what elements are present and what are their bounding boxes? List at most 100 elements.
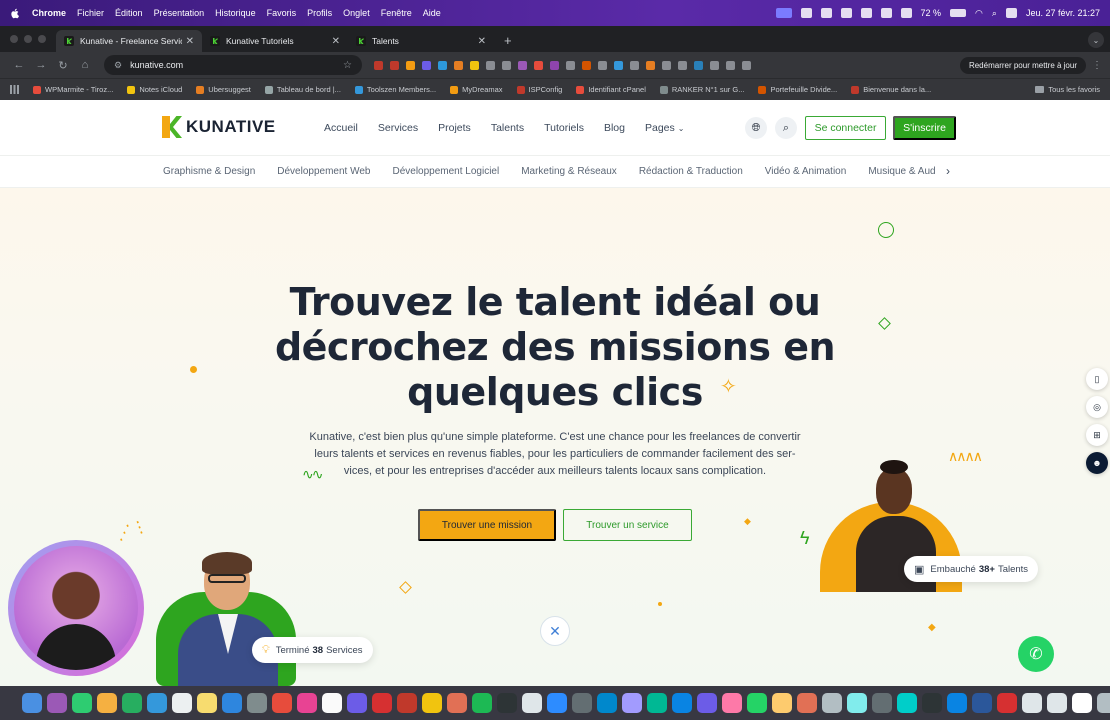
app-store-icon[interactable] bbox=[222, 693, 242, 713]
category-developpement-logiciel[interactable]: Développement Logiciel bbox=[392, 166, 499, 177]
login-button[interactable]: Se connecter bbox=[805, 116, 886, 140]
extension-icon[interactable] bbox=[614, 60, 623, 70]
extension-icon[interactable] bbox=[678, 60, 687, 70]
extension-icon[interactable] bbox=[662, 60, 671, 70]
menu-edition[interactable]: Édition bbox=[115, 8, 143, 18]
minimize-window-button[interactable] bbox=[24, 35, 32, 43]
signup-button[interactable]: S'inscrire bbox=[893, 116, 956, 140]
tab-kunative-services[interactable]: Kunative - Freelance Services ✕ bbox=[56, 30, 202, 52]
find-mission-button[interactable]: Trouver une mission bbox=[418, 509, 556, 541]
status-app-icon[interactable] bbox=[800, 8, 812, 18]
app-icon[interactable] bbox=[272, 693, 292, 713]
category-video-animation[interactable]: Vidéo & Animation bbox=[765, 166, 847, 177]
chevron-right-icon[interactable]: › bbox=[946, 164, 950, 178]
nav-blog[interactable]: Blog bbox=[604, 122, 625, 134]
app-icon[interactable] bbox=[697, 693, 717, 713]
menu-fenetre[interactable]: Fenêtre bbox=[381, 8, 412, 18]
chatbot-icon[interactable]: ☻ bbox=[1086, 452, 1108, 474]
whatsapp-icon[interactable] bbox=[747, 693, 767, 713]
category-musique-audio[interactable]: Musique & Audio bbox=[868, 166, 936, 177]
screen-record-icon[interactable] bbox=[775, 8, 792, 18]
app-icon[interactable] bbox=[722, 693, 742, 713]
kunative-logo[interactable]: KUNATIVE bbox=[162, 116, 276, 138]
extension-icon[interactable] bbox=[486, 60, 495, 70]
extension-icon[interactable] bbox=[374, 60, 383, 70]
zoom-icon[interactable] bbox=[547, 693, 567, 713]
telegram-icon[interactable] bbox=[597, 693, 617, 713]
app-icon[interactable] bbox=[522, 693, 542, 713]
grid-icon[interactable]: ⊞ bbox=[1086, 424, 1108, 446]
notion-icon[interactable] bbox=[322, 693, 342, 713]
launchpad-icon[interactable] bbox=[47, 693, 67, 713]
bookmark-item[interactable]: Notes iCloud bbox=[127, 85, 182, 94]
status-app-icon[interactable] bbox=[880, 8, 892, 18]
extension-icon[interactable] bbox=[390, 60, 399, 70]
wifi-icon[interactable]: ◠ bbox=[975, 8, 983, 19]
spotify-icon[interactable] bbox=[472, 693, 492, 713]
category-developpement-web[interactable]: Développement Web bbox=[277, 166, 370, 177]
extension-icon[interactable] bbox=[630, 60, 639, 70]
bookmark-item[interactable]: Portefeuille Divide... bbox=[758, 85, 837, 94]
menubar-clock[interactable]: Jeu. 27 févr. 21:27 bbox=[1026, 8, 1100, 18]
slack-icon[interactable] bbox=[297, 693, 317, 713]
app-icon[interactable] bbox=[922, 693, 942, 713]
tab-kunative-tutoriels[interactable]: Kunative Tutoriels ✕ bbox=[202, 30, 348, 52]
app-icon[interactable] bbox=[622, 693, 642, 713]
globe-language-icon[interactable]: 🌐︎ bbox=[745, 117, 767, 139]
app-icon[interactable] bbox=[1072, 693, 1092, 713]
extension-icon[interactable] bbox=[422, 60, 431, 70]
bookmark-item[interactable]: Tableau de bord |... bbox=[264, 85, 341, 94]
settings-icon[interactable] bbox=[247, 693, 267, 713]
app-icon[interactable] bbox=[647, 693, 667, 713]
app-icon[interactable] bbox=[847, 693, 867, 713]
tab-search-chevron-icon[interactable]: ⌄ bbox=[1088, 32, 1104, 48]
restart-update-button[interactable]: Redémarrer pour mettre à jour bbox=[959, 56, 1086, 74]
extension-icon[interactable] bbox=[470, 60, 479, 70]
book-icon[interactable]: ▯ bbox=[1086, 368, 1108, 390]
extension-icon[interactable] bbox=[550, 60, 559, 70]
app-icon[interactable] bbox=[1047, 693, 1067, 713]
new-tab-icon[interactable]: + bbox=[504, 33, 512, 48]
nav-accueil[interactable]: Accueil bbox=[324, 122, 358, 134]
search-icon[interactable]: ⌕ bbox=[775, 117, 797, 139]
messages-icon[interactable] bbox=[72, 693, 92, 713]
category-marketing-reseaux[interactable]: Marketing & Réseaux bbox=[521, 166, 617, 177]
app-icon[interactable] bbox=[897, 693, 917, 713]
status-app-icon[interactable] bbox=[900, 8, 912, 18]
address-bar[interactable]: ⚙ kunative.com ☆ bbox=[104, 55, 362, 75]
bookmark-item[interactable]: Bienvenue dans la... bbox=[851, 85, 931, 94]
search-icon[interactable]: ⌕ bbox=[992, 8, 997, 19]
status-app-icon[interactable] bbox=[860, 8, 872, 18]
apple-icon[interactable] bbox=[10, 8, 20, 19]
reload-icon[interactable]: ↻ bbox=[52, 59, 74, 72]
close-tab-icon[interactable]: ✕ bbox=[186, 36, 194, 47]
forward-arrow-icon[interactable]: → bbox=[30, 59, 52, 71]
extension-icon[interactable] bbox=[694, 60, 703, 70]
category-graphisme-design[interactable]: Graphisme & Design bbox=[163, 166, 255, 177]
nav-projets[interactable]: Projets bbox=[438, 122, 471, 134]
close-tab-icon[interactable]: ✕ bbox=[332, 36, 340, 47]
app-icon[interactable] bbox=[497, 693, 517, 713]
extension-icon[interactable] bbox=[710, 60, 719, 70]
menu-app-name[interactable]: Chrome bbox=[32, 8, 66, 18]
notes-icon[interactable] bbox=[197, 693, 217, 713]
extension-icon[interactable] bbox=[454, 60, 463, 70]
extension-icon[interactable] bbox=[534, 60, 543, 70]
zoom-window-button[interactable] bbox=[38, 35, 46, 43]
chrome-menu-icon[interactable]: ⋮ bbox=[1092, 60, 1102, 71]
battery-percentage[interactable]: 72 % bbox=[921, 8, 942, 18]
extension-icon[interactable] bbox=[566, 60, 575, 70]
extension-icon[interactable] bbox=[502, 60, 511, 70]
app-icon[interactable] bbox=[397, 693, 417, 713]
control-center-icon[interactable] bbox=[1005, 8, 1017, 18]
menu-profils[interactable]: Profils bbox=[307, 8, 332, 18]
all-bookmarks-folder[interactable]: Tous les favoris bbox=[1035, 85, 1100, 94]
extension-icon[interactable] bbox=[438, 60, 447, 70]
menu-aide[interactable]: Aide bbox=[423, 8, 441, 18]
nav-services[interactable]: Services bbox=[378, 122, 418, 134]
app-icon[interactable] bbox=[1022, 693, 1042, 713]
bookmark-item[interactable]: ISPConfig bbox=[516, 85, 562, 94]
facetime-icon[interactable] bbox=[122, 693, 142, 713]
app-icon[interactable] bbox=[797, 693, 817, 713]
word-icon[interactable] bbox=[972, 693, 992, 713]
